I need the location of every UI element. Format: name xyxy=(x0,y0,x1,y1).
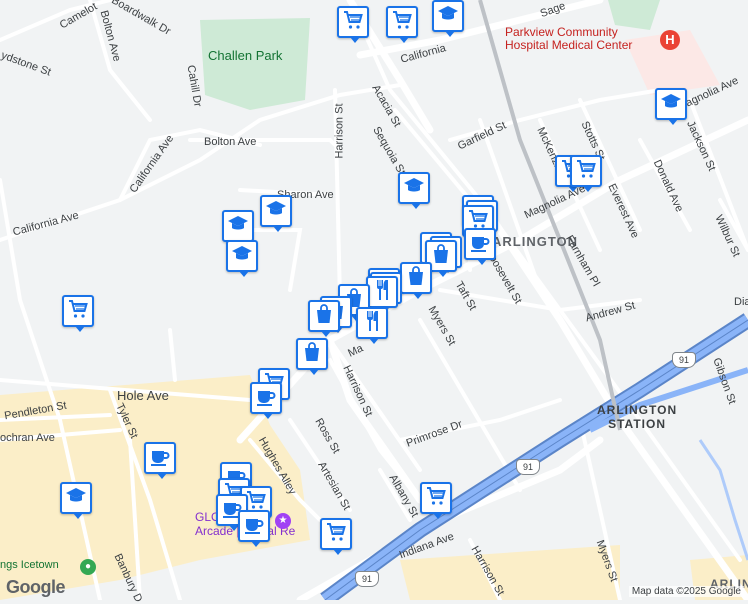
hospital-label-line2: Hospital Medical Center xyxy=(505,38,633,52)
hospital-label: Parkview Community Hospital Medical Cent… xyxy=(505,26,632,52)
cafe-marker[interactable] xyxy=(238,510,270,547)
fork-icon xyxy=(370,278,394,307)
grocery-marker[interactable] xyxy=(62,295,94,332)
street-label: ochran Ave xyxy=(0,432,55,444)
cart-icon xyxy=(341,8,365,37)
school-icon xyxy=(64,484,88,513)
cart-icon xyxy=(424,484,448,513)
park-area xyxy=(200,18,310,110)
cup-icon xyxy=(242,512,266,541)
cup-icon xyxy=(468,230,492,259)
cart-icon xyxy=(66,297,90,326)
cup-icon xyxy=(148,444,172,473)
cup-icon xyxy=(254,384,278,413)
map-attribution: Map data ©2025 Google xyxy=(628,586,744,597)
shopping-marker[interactable] xyxy=(296,338,328,375)
grocery-marker[interactable] xyxy=(337,6,369,43)
station-label: ARLINGTON STATION xyxy=(597,403,677,431)
bag-icon xyxy=(300,340,324,369)
grocery-marker[interactable] xyxy=(570,155,602,192)
school-marker[interactable] xyxy=(260,195,292,232)
restaurant-marker[interactable] xyxy=(356,307,388,344)
arcade-icon[interactable]: ★ xyxy=(275,513,291,529)
station-label-line1: ARLINGTON xyxy=(597,403,678,417)
street-label: Dia xyxy=(734,296,748,308)
bag-icon xyxy=(429,242,453,271)
icetown-label: ngs Icetown xyxy=(0,559,59,571)
station-label-line2: STATION xyxy=(608,417,666,431)
school-marker[interactable] xyxy=(655,88,687,125)
street-label: Hole Ave xyxy=(117,388,169,403)
grocery-marker[interactable] xyxy=(420,482,452,519)
school-icon xyxy=(264,197,288,226)
highway-shield: 91 xyxy=(516,459,540,475)
bag-icon xyxy=(312,302,336,331)
school-marker[interactable] xyxy=(60,482,92,519)
highway-shield: 91 xyxy=(355,571,379,587)
school-icon xyxy=(436,2,460,31)
grocery-marker[interactable] xyxy=(386,6,418,43)
cart-icon xyxy=(390,8,414,37)
school-marker[interactable] xyxy=(432,0,464,37)
school-icon xyxy=(402,174,426,203)
school-icon xyxy=(226,212,250,241)
shopping-marker[interactable] xyxy=(400,262,432,299)
school-marker[interactable] xyxy=(398,172,430,209)
highway-shield: 91 xyxy=(672,352,696,368)
cafe-marker[interactable] xyxy=(464,228,496,265)
park-label: Challen Park xyxy=(208,48,283,63)
shopping-marker[interactable] xyxy=(308,300,340,337)
school-icon xyxy=(659,90,683,119)
cart-icon xyxy=(324,520,348,549)
restaurant-marker[interactable] xyxy=(366,276,398,313)
school-marker[interactable] xyxy=(226,240,258,277)
hospital-icon[interactable]: H xyxy=(660,30,680,50)
bag-icon xyxy=(404,264,428,293)
street-label: Harrison St xyxy=(333,103,346,159)
school-marker[interactable] xyxy=(222,210,254,247)
school-icon xyxy=(230,242,254,271)
grocery-marker[interactable] xyxy=(320,518,352,555)
google-logo: Google xyxy=(6,577,66,597)
street-label: Bolton Ave xyxy=(204,136,257,148)
fork-icon xyxy=(360,309,384,338)
cafe-marker[interactable] xyxy=(250,382,282,419)
cafe-marker[interactable] xyxy=(144,442,176,479)
cart-icon xyxy=(574,157,598,186)
icerink-icon[interactable]: ● xyxy=(80,559,96,575)
